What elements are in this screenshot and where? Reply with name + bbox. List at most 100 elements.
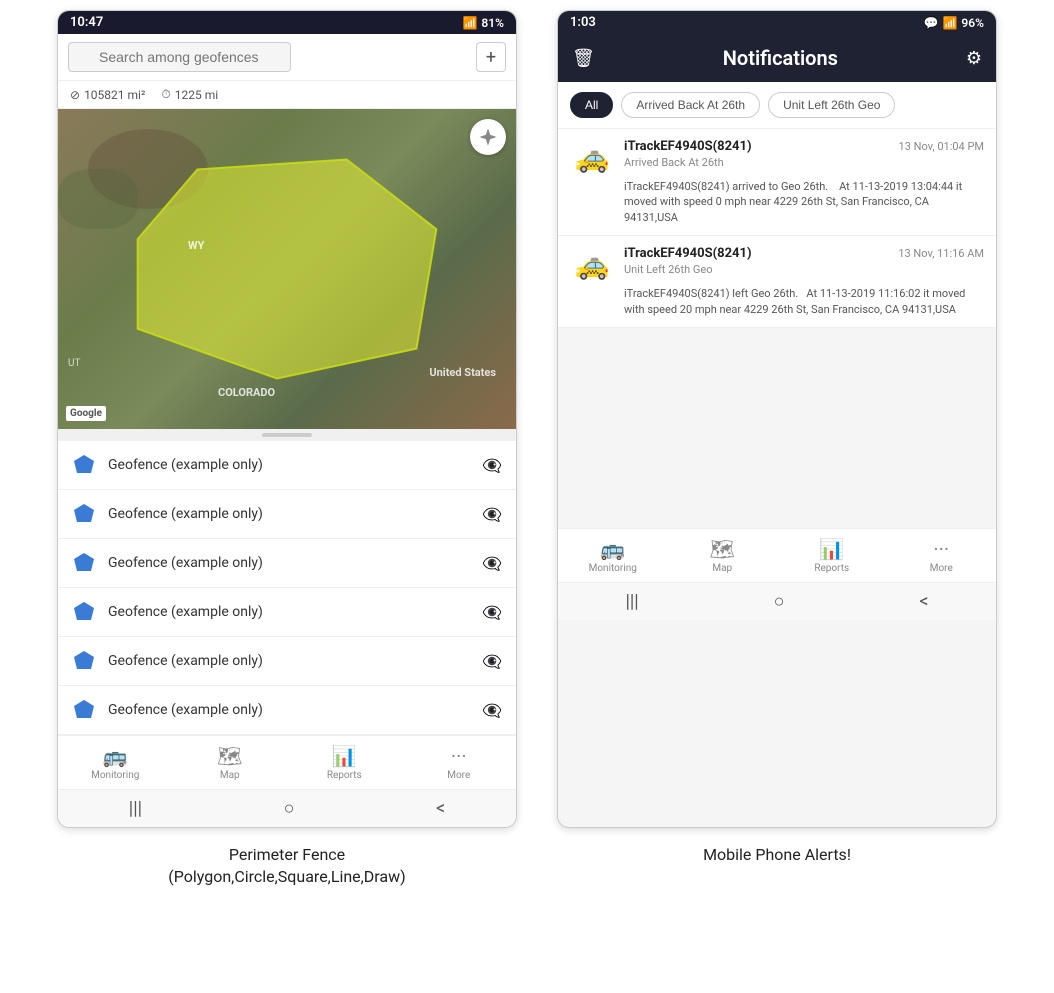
map-icon-left: 🗺	[217, 744, 242, 768]
delete-icon[interactable]: 🗑	[572, 48, 595, 69]
notif-tag-1: Arrived Back At 26th	[624, 156, 984, 169]
monitoring-icon-left: 🚌	[103, 744, 128, 768]
nav-reports-label-right: Reports	[814, 563, 849, 574]
notification-card-1[interactable]: 🚕 iTrackEF4940S(8241) 13 Nov, 01:04 PM A…	[558, 129, 996, 236]
android-home-right[interactable]: ○	[774, 591, 785, 612]
notif-top-1: iTrackEF4940S(8241) 13 Nov, 01:04 PM	[624, 139, 984, 154]
geofence-item-5[interactable]: Geofence (example only) 👁‍🗨	[58, 637, 516, 686]
wifi-icon-right: 📶	[942, 16, 957, 30]
nav-map-label-right: Map	[712, 563, 732, 574]
more-icon-left: ···	[451, 744, 467, 768]
notif-body-2: iTrackEF4940S(8241) left Geo 26th. At 11…	[624, 286, 984, 317]
notifications-title: Notifications	[605, 46, 956, 70]
caption-right: Mobile Phone Alerts!	[557, 844, 997, 889]
map-area[interactable]: WY United States UT COLORADO Google	[58, 109, 516, 429]
battery-right: 96%	[961, 16, 984, 30]
notifications-list: 🚕 iTrackEF4940S(8241) 13 Nov, 01:04 PM A…	[558, 129, 996, 328]
nav-monitoring-label-right: Monitoring	[589, 563, 637, 574]
google-logo: Google	[66, 406, 106, 421]
area-stat: ⊘ 105821 mi²	[70, 87, 145, 102]
time-left: 10:47	[70, 15, 103, 30]
geofence-label-2: Geofence (example only)	[108, 506, 470, 522]
nav-monitoring-right[interactable]: 🚌 Monitoring	[558, 529, 668, 582]
geofence-polygon-icon-4	[72, 600, 96, 624]
geofence-polygon-icon-5	[72, 649, 96, 673]
map-label-co: COLORADO	[218, 386, 275, 399]
status-bar-left: 10:47 📶 81%	[58, 11, 516, 34]
geofence-item-4[interactable]: Geofence (example only) 👁‍🗨	[58, 588, 516, 637]
geofence-item-1[interactable]: Geofence (example only) 👁‍🗨	[58, 441, 516, 490]
search-bar: 🔍 +	[58, 34, 516, 81]
filter-tab-all[interactable]: All	[570, 92, 613, 118]
battery-left: 81%	[481, 16, 504, 30]
geofence-item-6[interactable]: Geofence (example only) 👁‍🗨	[58, 686, 516, 735]
car-avatar-2: 🚕	[570, 246, 614, 282]
search-input[interactable]	[68, 42, 291, 72]
phones-container: 10:47 📶 81% 🔍 + ⊘ 105821 mi² ⏱ 1225 mi	[0, 0, 1054, 828]
nav-more-right[interactable]: ··· More	[887, 529, 997, 582]
monitoring-icon-right: 🚌	[600, 537, 625, 561]
filter-tabs: All Arrived Back At 26th Unit Left 26th …	[558, 82, 996, 129]
notifications-header: 🗑 Notifications ⚙	[558, 34, 996, 82]
notification-card-2[interactable]: 🚕 iTrackEF4940S(8241) 13 Nov, 11:16 AM U…	[558, 236, 996, 328]
map-label-ut: UT	[68, 358, 80, 369]
notif-time-1: 13 Nov, 01:04 PM	[899, 140, 984, 153]
more-icon-right: ···	[933, 537, 949, 561]
add-button[interactable]: +	[476, 42, 506, 72]
reports-icon-right: 📊	[819, 537, 844, 561]
nav-map-left[interactable]: 🗺 Map	[173, 736, 288, 789]
geofence-overlay	[58, 109, 516, 429]
android-recent-left[interactable]: |||	[129, 798, 142, 819]
visibility-icon-4[interactable]: 👁‍🗨	[482, 603, 502, 622]
filter-tab-left[interactable]: Unit Left 26th Geo	[768, 92, 895, 118]
nav-reports-label-left: Reports	[327, 770, 362, 781]
visibility-icon-6[interactable]: 👁‍🗨	[482, 701, 502, 720]
nav-reports-right[interactable]: 📊 Reports	[777, 529, 887, 582]
nav-monitoring-label-left: Monitoring	[91, 770, 139, 781]
map-icon-right: 🗺	[710, 537, 735, 561]
wifi-icon-left: 📶	[462, 16, 477, 30]
caption-right-text: Mobile Phone Alerts!	[557, 844, 997, 866]
settings-icon[interactable]: ⚙	[966, 48, 982, 69]
geofence-label-3: Geofence (example only)	[108, 555, 470, 571]
geofence-polygon-icon-2	[72, 502, 96, 526]
geofence-polygon-icon-6	[72, 698, 96, 722]
caption-left-text: Perimeter Fence(Polygon,Circle,Square,Li…	[57, 844, 517, 889]
geofence-label-6: Geofence (example only)	[108, 702, 470, 718]
car-avatar-1: 🚕	[570, 139, 614, 175]
distance-icon: ⏱	[161, 87, 170, 102]
notif-header-1: 🚕 iTrackEF4940S(8241) 13 Nov, 01:04 PM A…	[570, 139, 984, 175]
visibility-icon-2[interactable]: 👁‍🗨	[482, 505, 502, 524]
scroll-bar	[262, 433, 312, 437]
android-back-right[interactable]: <	[919, 591, 928, 612]
status-icons-right: 💬 📶 96%	[924, 16, 984, 30]
search-wrapper: 🔍	[68, 42, 468, 72]
notif-time-2: 13 Nov, 11:16 AM	[898, 247, 984, 260]
visibility-icon-5[interactable]: 👁‍🗨	[482, 652, 502, 671]
phone-left: 10:47 📶 81% 🔍 + ⊘ 105821 mi² ⏱ 1225 mi	[57, 10, 517, 828]
filter-tab-arrived[interactable]: Arrived Back At 26th	[621, 92, 760, 118]
notif-top-2: iTrackEF4940S(8241) 13 Nov, 11:16 AM	[624, 246, 984, 261]
time-right: 1:03	[570, 15, 596, 30]
reports-icon-left: 📊	[332, 744, 357, 768]
visibility-icon-3[interactable]: 👁‍🗨	[482, 554, 502, 573]
geofence-item-3[interactable]: Geofence (example only) 👁‍🗨	[58, 539, 516, 588]
visibility-icon-1[interactable]: 👁‍🗨	[482, 456, 502, 475]
nav-monitoring-left[interactable]: 🚌 Monitoring	[58, 736, 173, 789]
nav-map-right[interactable]: 🗺 Map	[668, 529, 778, 582]
geofence-polygon-icon-3	[72, 551, 96, 575]
geofence-item-2[interactable]: Geofence (example only) 👁‍🗨	[58, 490, 516, 539]
scroll-indicator	[58, 429, 516, 441]
geofence-polygon-icon-1	[72, 453, 96, 477]
distance-stat: ⏱ 1225 mi	[161, 87, 218, 102]
compass-button[interactable]	[470, 119, 506, 155]
notif-info-2: iTrackEF4940S(8241) 13 Nov, 11:16 AM Uni…	[624, 246, 984, 276]
empty-space	[558, 328, 996, 528]
android-recent-right[interactable]: |||	[625, 591, 638, 612]
nav-reports-left[interactable]: 📊 Reports	[287, 736, 402, 789]
nav-more-left[interactable]: ··· More	[402, 736, 517, 789]
android-home-left[interactable]: ○	[284, 798, 295, 819]
nav-map-label-left: Map	[220, 770, 240, 781]
geofence-label-1: Geofence (example only)	[108, 457, 470, 473]
android-back-left[interactable]: <	[436, 798, 445, 819]
